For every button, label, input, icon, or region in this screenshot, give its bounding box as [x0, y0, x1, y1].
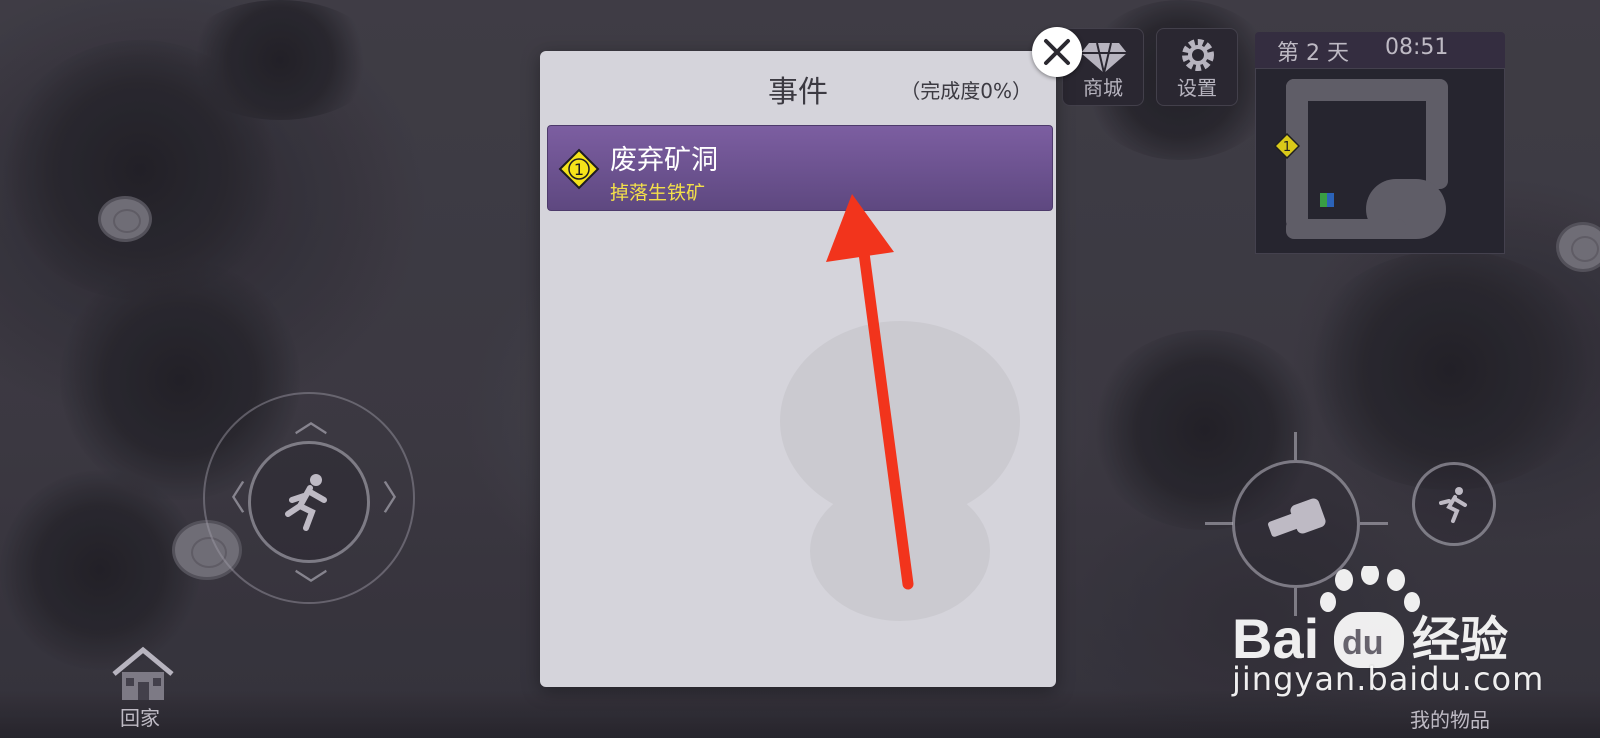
close-button[interactable]	[1032, 27, 1082, 77]
close-icon	[1044, 39, 1070, 65]
faded-creature-illustration	[780, 321, 1020, 621]
event-marker-icon: 1	[558, 148, 600, 190]
svg-text:du: du	[1342, 624, 1384, 662]
event-number: 1	[574, 160, 584, 179]
completion-progress: （完成度0%）	[900, 79, 1032, 103]
events-dialog: 事件 （完成度0%） 1 废弃矿洞 掉落生铁矿	[540, 51, 1056, 687]
event-name: 废弃矿洞	[610, 145, 718, 176]
event-item[interactable]: 1 废弃矿洞 掉落生铁矿	[547, 125, 1053, 211]
watermark-url: jingyan.baidu.com	[1232, 660, 1545, 698]
event-drop: 掉落生铁矿	[610, 182, 706, 204]
